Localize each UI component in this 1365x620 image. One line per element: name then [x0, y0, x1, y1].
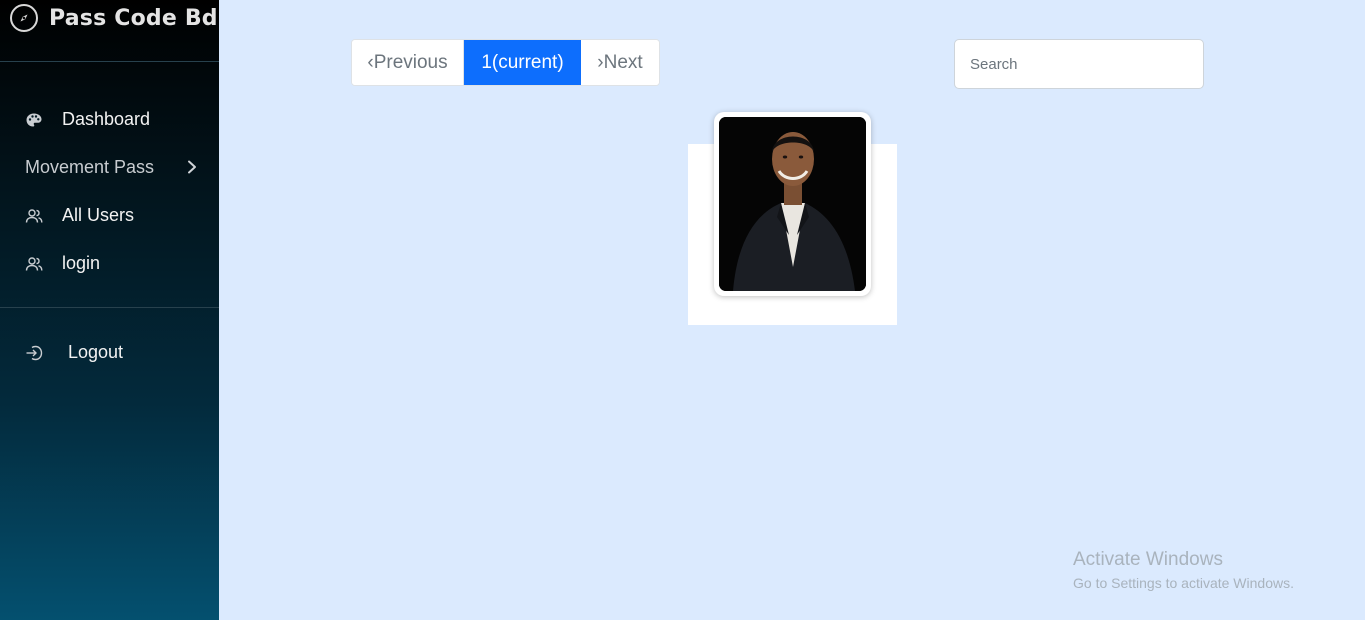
sidebar: Pass Code Bd Dashboard Movement Pass All… — [0, 0, 219, 620]
pagination: ‹Previous 1(current) ›Next — [351, 39, 660, 86]
sidebar-item-movement-pass[interactable]: Movement Pass — [0, 149, 219, 185]
sidebar-item-label: login — [62, 252, 101, 273]
brand-title: Pass Code Bd — [49, 5, 218, 31]
logout-icon — [25, 344, 43, 362]
logout-label: Logout — [68, 341, 124, 362]
user-photo — [719, 117, 866, 291]
logout-button[interactable]: Logout — [0, 334, 219, 370]
users-icon — [25, 255, 43, 273]
sidebar-item-login[interactable]: login — [0, 245, 219, 281]
search-input[interactable] — [954, 39, 1204, 89]
sidebar-item-dashboard[interactable]: Dashboard — [0, 101, 219, 137]
sidebar-item-label: Movement Pass — [25, 156, 155, 177]
chevron-right-icon — [186, 160, 198, 174]
brand[interactable]: Pass Code Bd — [10, 3, 218, 33]
user-photo-frame[interactable] — [714, 112, 871, 296]
watermark-title: Activate Windows — [1073, 549, 1223, 570]
sidebar-divider — [0, 61, 219, 62]
sidebar-item-label: Dashboard — [62, 108, 151, 129]
activate-windows-watermark: Activate Windows Go to Settings to activ… — [1073, 549, 1294, 591]
compass-icon — [10, 4, 38, 32]
sidebar-item-all-users[interactable]: All Users — [0, 197, 219, 233]
next-page-button[interactable]: ›Next — [581, 40, 659, 85]
watermark-subtitle: Go to Settings to activate Windows. — [1073, 575, 1294, 591]
sidebar-divider — [0, 307, 219, 308]
users-icon — [25, 207, 43, 225]
previous-page-button[interactable]: ‹Previous — [352, 40, 464, 85]
sidebar-item-label: All Users — [62, 204, 135, 225]
current-page-button[interactable]: 1(current) — [464, 40, 581, 85]
palette-icon — [25, 111, 43, 129]
